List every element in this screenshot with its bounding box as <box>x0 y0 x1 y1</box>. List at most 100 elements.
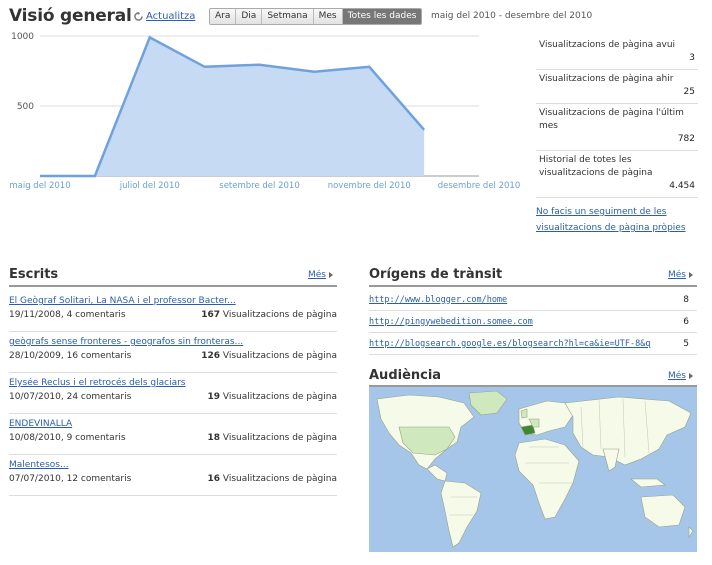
arrow-right-icon <box>329 272 333 278</box>
x-tick-label: desembre del 2010 <box>438 181 521 191</box>
post-meta: 07/07/2010, 12 comentaris <box>9 474 132 484</box>
refresh-icon <box>134 12 143 21</box>
stat-value: 25 <box>683 87 695 97</box>
post-meta-row: 10/07/2010, 24 comentaris 19 Visualitzac… <box>9 390 337 404</box>
indonesia <box>630 478 666 488</box>
pageviews-chart: 1000 500 maig del 2010 juliol del 2010 setem… <box>9 32 521 191</box>
post-meta: 19/11/2008, 4 comentaris <box>9 310 126 320</box>
y-tick-label: 500 <box>17 102 34 112</box>
audience-more-link[interactable]: Més <box>668 371 693 381</box>
post-views-count: 126 <box>201 351 220 361</box>
more-label[interactable]: Més <box>668 371 686 381</box>
post-views-label: Visualitzacions de pàgina <box>222 433 337 443</box>
greenland <box>468 390 508 416</box>
x-tick-label: novembre del 2010 <box>328 181 411 191</box>
post-meta: 28/10/2009, 16 comentaris <box>9 351 132 361</box>
post-views: 19 Visualitzacions de pàgina <box>207 390 337 404</box>
post-views-count: 167 <box>201 310 220 320</box>
asia <box>564 396 692 466</box>
stat-label: Historial de totes les visualitzacions d… <box>539 155 653 178</box>
post-meta-row: 28/10/2009, 16 comentaris 126 Visualitza… <box>9 349 337 363</box>
post-views-count: 16 <box>207 474 220 484</box>
y-tick-label: 1000 <box>11 32 34 42</box>
post-views: 126 Visualitzacions de pàgina <box>201 349 337 363</box>
post-meta: 10/08/2010, 9 comentaris <box>9 433 126 443</box>
series-area <box>40 37 425 177</box>
traffic-url-link[interactable]: http://blogsearch.google.es/blogsearch?h… <box>369 339 651 349</box>
range-day-button[interactable]: Dia <box>236 9 263 24</box>
traffic-row: http://pingywebedition.somee.com 6 <box>369 311 697 333</box>
post-views-label: Visualitzacions de pàgina <box>222 392 337 402</box>
audience-section-title: Audiència <box>369 368 442 383</box>
post-views: 18 Visualitzacions de pàgina <box>207 431 337 445</box>
divider <box>369 285 697 287</box>
post-item: Malentesos... 07/07/2010, 12 comentaris … <box>9 455 337 496</box>
range-month-button[interactable]: Mes <box>313 9 343 24</box>
posts-section-title: Escrits <box>9 267 59 282</box>
traffic-section-title: Orígens de trànsit <box>369 267 503 282</box>
central-america <box>426 464 448 482</box>
x-tick-label: maig del 2010 <box>9 181 70 191</box>
traffic-count: 8 <box>683 294 689 305</box>
posts-more-link[interactable]: Més <box>308 270 333 280</box>
traffic-list: http://www.blogger.com/home 8 http://pin… <box>369 289 697 355</box>
arrow-right-icon <box>689 373 693 379</box>
post-item: ENDEVINALLA 10/08/2010, 9 comentaris 18 … <box>9 414 337 455</box>
post-item: El Geògraf Solitari, La NASA i el profes… <box>9 291 337 332</box>
x-tick-label: juliol del 2010 <box>119 181 180 191</box>
page-title: Visió general <box>9 6 132 26</box>
post-meta: 10/07/2010, 24 comentaris <box>9 392 132 402</box>
africa <box>514 438 580 520</box>
india <box>602 448 620 472</box>
south-america <box>440 480 482 548</box>
post-item: Elysée Reclus i el retrocés dels glaciar… <box>9 373 337 414</box>
post-views: 167 Visualitzacions de pàgina <box>201 308 337 322</box>
refresh-button[interactable]: Actualitza <box>134 11 195 22</box>
range-all-button[interactable]: Totes les dades <box>342 9 422 24</box>
traffic-row: http://www.blogger.com/home 8 <box>369 289 697 311</box>
dont-track-own-views-link[interactable]: No facis un seguiment de les visualitzac… <box>536 204 698 236</box>
post-views-label: Visualitzacions de pàgina <box>222 474 337 484</box>
australia <box>640 494 686 528</box>
posts-list: El Geògraf Solitari, La NASA i el profes… <box>9 291 337 496</box>
post-meta-row: 19/11/2008, 4 comentaris 167 Visualitzac… <box>9 308 337 322</box>
post-views-count: 19 <box>207 392 220 402</box>
traffic-row: http://blogsearch.google.es/blogsearch?h… <box>369 333 697 355</box>
traffic-url-link[interactable]: http://pingywebedition.somee.com <box>369 317 651 327</box>
range-now-button[interactable]: Ara <box>210 9 237 24</box>
post-title-link[interactable]: ENDEVINALLA <box>9 418 337 431</box>
stats-panel: Visualitzacions de pàgina avui 3 Visuali… <box>536 36 698 236</box>
stat-yesterday: Visualitzacions de pàgina ahir 25 <box>536 70 698 104</box>
range-selector: Ara Dia Setmana Mes Totes les dades <box>209 8 423 25</box>
post-title-link[interactable]: Malentesos... <box>9 459 337 472</box>
post-views: 16 Visualitzacions de pàgina <box>207 472 337 486</box>
more-label[interactable]: Més <box>668 270 686 280</box>
date-range: maig del 2010 - desembre del 2010 <box>431 11 593 21</box>
stat-value: 4.454 <box>669 181 695 191</box>
audience-world-map <box>369 387 697 552</box>
post-title-link[interactable]: Elysée Reclus i el retrocés dels glaciar… <box>9 377 337 390</box>
world-map-icon <box>376 390 694 548</box>
post-views-count: 18 <box>207 433 220 443</box>
post-views-label: Visualitzacions de pàgina <box>222 310 337 320</box>
range-week-button[interactable]: Setmana <box>262 9 314 24</box>
stat-last-month: Visualitzacions de pàgina l'últim mes 78… <box>536 104 698 151</box>
post-views-label: Visualitzacions de pàgina <box>222 351 337 361</box>
stat-value: 782 <box>677 134 695 144</box>
post-title-link[interactable]: El Geògraf Solitari, La NASA i el profes… <box>9 295 337 308</box>
traffic-url-link[interactable]: http://www.blogger.com/home <box>369 295 651 305</box>
post-meta-row: 07/07/2010, 12 comentaris 16 Visualitzac… <box>9 472 337 486</box>
divider <box>9 285 337 287</box>
stat-all-time: Historial de totes les visualitzacions d… <box>536 151 698 198</box>
stat-label: Visualitzacions de pàgina l'últim mes <box>539 108 684 131</box>
post-title-link[interactable]: geògrafs sense fronteres - geografos sin… <box>9 336 337 349</box>
more-label[interactable]: Més <box>308 270 326 280</box>
traffic-count: 6 <box>683 316 689 327</box>
stat-label: Visualitzacions de pàgina avui <box>539 40 676 50</box>
refresh-label[interactable]: Actualitza <box>146 11 195 22</box>
traffic-more-link[interactable]: Més <box>668 270 693 280</box>
stat-today: Visualitzacions de pàgina avui 3 <box>536 36 698 70</box>
x-tick-label: setembre del 2010 <box>219 181 299 191</box>
new-zealand <box>688 526 694 538</box>
stat-value: 3 <box>689 53 695 63</box>
